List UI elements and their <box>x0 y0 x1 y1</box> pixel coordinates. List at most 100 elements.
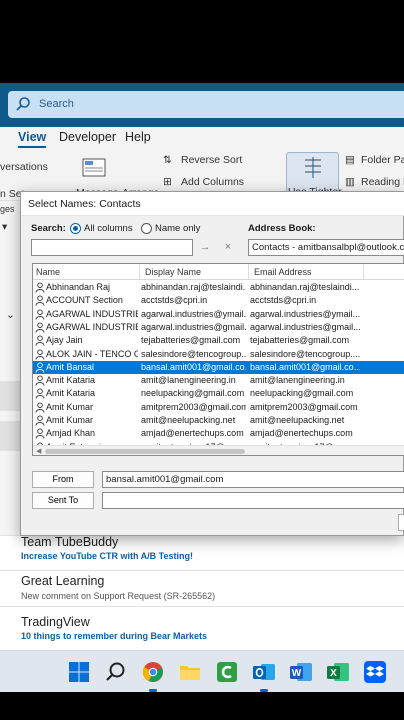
sent-to-button[interactable]: Sent To <box>32 492 94 509</box>
contact-row[interactable]: AGARWAL INDUSTRIES agarwal.industries@gma… <box>33 321 404 334</box>
dialog-title: Select Names: Contacts <box>28 198 141 210</box>
word-icon[interactable]: W <box>289 660 313 684</box>
from-button[interactable]: From <box>32 471 94 488</box>
mail-sender[interactable]: Team TubeBuddy <box>21 535 118 549</box>
ok-button-partial[interactable] <box>398 514 404 531</box>
outlook-icon[interactable] <box>252 660 276 692</box>
contact-row[interactable]: Amit Bansal bansal.amit001@gmail.co... ban… <box>33 360 404 375</box>
contact-name: ACCOUNT Section <box>46 295 123 306</box>
contact-row[interactable]: Amjad Khan amjad@enertechups.com amjad@ene… <box>33 427 404 440</box>
horizontal-scrollbar[interactable]: ◀ <box>33 445 404 455</box>
title-bar: Search <box>0 83 404 127</box>
mail-subject[interactable]: 10 things to remember during Bear Market… <box>21 631 207 641</box>
windows-icon[interactable] <box>67 660 91 684</box>
person-icon <box>35 282 45 293</box>
contact-row[interactable]: AGARWAL INDUSTRIES agarwal.industries@yma… <box>33 308 404 321</box>
divider <box>0 570 404 571</box>
from-field[interactable]: bansal.amit001@gmail.com <box>102 471 404 488</box>
menu-help[interactable]: Help <box>125 130 151 144</box>
column-header-email[interactable]: Email Address <box>254 267 312 277</box>
contact-row[interactable]: Amit Kumar amit@neelupacking.net amit@neel… <box>33 414 404 427</box>
search-input[interactable]: Search <box>39 98 74 110</box>
contact-display-name: salesindore@tencogroup.... <box>141 348 246 359</box>
search-box[interactable]: Search <box>8 91 404 118</box>
collapse-icon[interactable]: ▾ <box>2 221 7 233</box>
person-icon <box>35 402 45 413</box>
expand-chevron-icon[interactable]: ⌄ <box>6 309 15 321</box>
folder-item[interactable] <box>0 381 20 411</box>
column-header-display-name[interactable]: Display Name <box>145 267 201 277</box>
contact-row[interactable]: Ajay Jain tejabatteries@gmail.com tejabatt… <box>33 334 404 347</box>
person-icon <box>35 348 45 360</box>
dialog-title-bar: Select Names: Contacts <box>21 192 404 216</box>
mail-subject[interactable]: Increase YouTube CTR with A/B Testing! <box>21 551 193 561</box>
column-header-name[interactable]: Name <box>36 267 60 277</box>
contact-display-name: abhinandan.raj@teslaindi... <box>141 282 246 292</box>
column-divider[interactable] <box>139 264 140 280</box>
contact-name: AGARWAL INDUSTRIES <box>46 308 138 319</box>
contact-row[interactable]: ALOK JAIN - TENCO G...salesindore@tencog… <box>33 348 404 361</box>
contact-email: acctstds@cpri.in <box>250 295 317 306</box>
contact-email: bansal.amit001@gmail.co... <box>250 361 360 372</box>
contact-email: tejabatteries@gmail.com <box>250 335 350 346</box>
contact-display-name: amitprem2003@gmail.com <box>141 401 246 412</box>
reading-pane-button[interactable]: Reading P <box>361 176 404 188</box>
menu-bar: View Developer Help <box>0 127 404 149</box>
svg-text:W: W <box>292 668 302 679</box>
contact-name: Ajay Jain <box>46 335 83 346</box>
person-icon <box>35 362 45 373</box>
contact-row[interactable]: Amit Kumar amitprem2003@gmail.com amitprem… <box>33 401 404 414</box>
taskbar: W X <box>0 650 404 692</box>
search-icon[interactable] <box>104 660 128 684</box>
person-icon <box>35 428 45 439</box>
chrome-icon[interactable] <box>141 660 165 692</box>
mail-subject[interactable]: New comment on Support Request (SR-26556… <box>21 591 215 601</box>
add-columns-button[interactable]: Add Columns <box>181 176 244 188</box>
contact-display-name: amjad@enertechups.com <box>141 428 244 439</box>
contact-search-input[interactable] <box>31 239 193 256</box>
excel-icon[interactable]: X <box>326 660 350 684</box>
all-columns-radio[interactable] <box>70 223 81 234</box>
contact-row[interactable]: Amit Kataria amit@lanengineering.in amit@l… <box>33 374 404 387</box>
contact-name: Amit Kataria <box>46 388 96 399</box>
contact-display-name: acctstds@cpri.in <box>141 295 208 306</box>
address-book-label: Address Book: <box>248 223 316 234</box>
column-divider[interactable] <box>363 264 364 280</box>
person-icon <box>35 415 45 426</box>
name-only-label[interactable]: Name only <box>155 223 200 234</box>
contact-name: Amit Kumar <box>46 401 94 412</box>
select-names-dialog: Select Names: Contacts Search: All colum… <box>20 191 404 536</box>
camtasia-icon[interactable] <box>215 660 239 684</box>
scroll-left-icon[interactable]: ◀ <box>36 447 41 455</box>
contact-row[interactable]: Abhinandan Raj abhinandan.raj@teslaindi..… <box>33 281 404 294</box>
mail-sender[interactable]: TradingView <box>21 615 90 629</box>
folder-pane-button[interactable]: Folder Par <box>361 154 404 166</box>
menu-developer[interactable]: Developer <box>59 130 116 144</box>
address-book-select[interactable]: Contacts - amitbansalbpl@outlook.com <box>248 239 404 256</box>
mail-sender[interactable]: Great Learning <box>21 574 104 588</box>
contact-name: Amit Kumar <box>46 415 94 425</box>
clear-icon[interactable]: × <box>220 239 236 255</box>
file-explorer-icon[interactable] <box>178 660 202 684</box>
contact-row[interactable]: ACCOUNT Section acctstds@cpri.in acctstds@… <box>33 294 404 307</box>
scroll-thumb[interactable] <box>45 449 245 454</box>
menu-view[interactable]: View <box>18 130 47 148</box>
contact-name: AGARWAL INDUSTRIES <box>46 321 138 332</box>
person-icon <box>35 375 45 386</box>
reverse-sort-button[interactable]: Reverse Sort <box>181 154 242 166</box>
go-arrow-icon[interactable]: → <box>197 239 213 255</box>
sent-to-field[interactable] <box>102 492 404 509</box>
all-columns-label[interactable]: All columns <box>84 223 133 234</box>
folder-item[interactable] <box>0 421 20 451</box>
contact-display-name: bansal.amit001@gmail.co... <box>141 361 246 372</box>
contact-email: amit@lanengineering.in <box>250 375 345 386</box>
contact-email: neelupacking@gmail.com <box>250 388 354 399</box>
conversations-label[interactable]: versations <box>0 161 48 173</box>
column-divider[interactable] <box>248 264 249 280</box>
folder-pane-label: ges <box>0 204 15 214</box>
dropbox-icon[interactable] <box>363 660 387 684</box>
message-preview-icon[interactable] <box>81 157 109 179</box>
contact-row[interactable]: Amit Kataria neelupacking@gmail.com neelup… <box>33 387 404 400</box>
person-icon <box>35 388 45 399</box>
name-only-radio[interactable] <box>141 223 152 234</box>
